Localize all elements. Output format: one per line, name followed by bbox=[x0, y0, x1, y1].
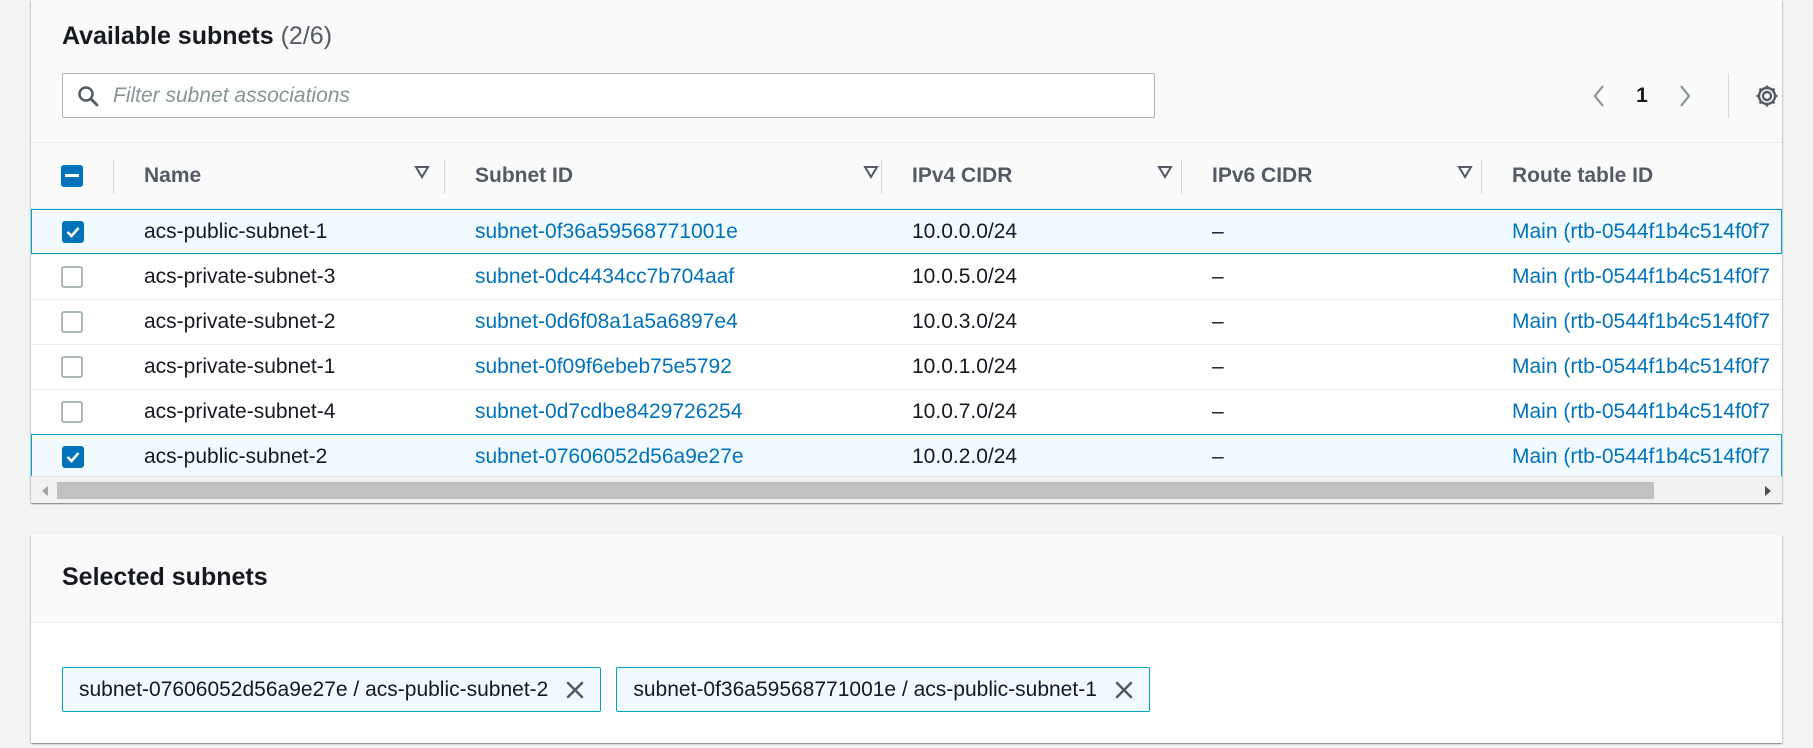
row-checkbox[interactable] bbox=[62, 221, 84, 243]
column-divider bbox=[113, 160, 114, 194]
cell-ipv6: – bbox=[1212, 265, 1224, 288]
select-all-checkbox[interactable] bbox=[61, 165, 83, 187]
column-header-name[interactable]: Name bbox=[144, 143, 444, 209]
column-header-route-table-id[interactable]: Route table ID bbox=[1512, 143, 1782, 209]
chevron-left-icon[interactable] bbox=[1579, 78, 1619, 114]
search-icon bbox=[63, 85, 113, 107]
scroll-left-arrow-icon[interactable] bbox=[37, 482, 53, 499]
filter-field[interactable] bbox=[62, 73, 1155, 118]
cell-ipv4: 10.0.0.0/24 bbox=[912, 219, 1018, 243]
cell-ipv6: – bbox=[1212, 400, 1224, 423]
column-header-name-label: Name bbox=[144, 164, 202, 187]
column-divider bbox=[444, 160, 445, 194]
cell-name: acs-private-subnet-1 bbox=[144, 355, 336, 378]
table-row[interactable]: acs-private-subnet-1 subnet-0f09f6ebeb75… bbox=[31, 344, 1782, 389]
cell-ipv4: 10.0.2.0/24 bbox=[912, 444, 1018, 468]
cell-ipv6: – bbox=[1212, 219, 1224, 243]
selected-token-group: subnet-07606052d56a9e27e / acs-public-su… bbox=[62, 667, 1150, 712]
cell-ipv4: 10.0.5.0/24 bbox=[912, 265, 1018, 288]
sort-caret-icon[interactable] bbox=[863, 165, 879, 179]
column-divider bbox=[1481, 160, 1482, 194]
column-header-route-table-label: Route table ID bbox=[1512, 164, 1654, 187]
chevron-right-icon[interactable] bbox=[1665, 78, 1705, 114]
scrollbar-thumb[interactable] bbox=[57, 482, 1654, 499]
cell-subnet-id-link[interactable]: subnet-07606052d56a9e27e bbox=[475, 435, 744, 476]
selected-subnets-header: Selected subnets bbox=[31, 535, 1782, 623]
cell-route-table-link[interactable]: Main (rtb-0544f1b4c514f0f7 bbox=[1512, 345, 1770, 389]
column-divider bbox=[881, 160, 882, 194]
column-header-ipv4-label: IPv4 CIDR bbox=[912, 164, 1013, 187]
row-checkbox[interactable] bbox=[62, 446, 84, 468]
available-subnets-title: Available subnets (2/6) bbox=[62, 22, 332, 51]
close-icon[interactable] bbox=[1111, 677, 1137, 703]
cell-name: acs-public-subnet-2 bbox=[144, 444, 328, 468]
table-row[interactable]: acs-private-subnet-3 subnet-0dc4434cc7b7… bbox=[31, 254, 1782, 299]
divider bbox=[1728, 73, 1729, 118]
available-subnets-panel: Available subnets (2/6) 1 bbox=[31, 0, 1782, 503]
available-subnets-header: Available subnets (2/6) 1 bbox=[31, 0, 1782, 143]
cell-route-table-link[interactable]: Main (rtb-0544f1b4c514f0f7 bbox=[1512, 210, 1770, 253]
cell-ipv6: – bbox=[1212, 355, 1224, 378]
cell-ipv4: 10.0.7.0/24 bbox=[912, 400, 1018, 423]
row-checkbox[interactable] bbox=[61, 356, 83, 378]
cell-ipv4: 10.0.3.0/24 bbox=[912, 310, 1018, 333]
row-checkbox[interactable] bbox=[61, 266, 83, 288]
selection-count: (2/6) bbox=[280, 22, 333, 50]
gear-icon[interactable] bbox=[1751, 80, 1783, 112]
column-header-subnet-id[interactable]: Subnet ID bbox=[475, 143, 880, 209]
cell-ipv4: 10.0.1.0/24 bbox=[912, 355, 1018, 378]
cell-ipv6: – bbox=[1212, 444, 1224, 468]
close-icon[interactable] bbox=[562, 677, 588, 703]
subnets-table: Name Subnet ID IPv4 CIDR IPv6 CIDR Route… bbox=[31, 143, 1782, 476]
scroll-right-arrow-icon[interactable] bbox=[1760, 482, 1776, 499]
token-label: subnet-07606052d56a9e27e / acs-public-su… bbox=[79, 677, 549, 701]
table-row[interactable]: acs-public-subnet-2 subnet-07606052d56a9… bbox=[31, 434, 1782, 476]
column-header-ipv6-cidr[interactable]: IPv6 CIDR bbox=[1212, 143, 1482, 209]
table-header: Name Subnet ID IPv4 CIDR IPv6 CIDR Route… bbox=[31, 143, 1782, 209]
cell-name: acs-private-subnet-4 bbox=[144, 400, 336, 423]
cell-route-table-link[interactable]: Main (rtb-0544f1b4c514f0f7 bbox=[1512, 300, 1770, 344]
cell-subnet-id-link[interactable]: subnet-0d6f08a1a5a6897e4 bbox=[475, 300, 738, 344]
cell-route-table-link[interactable]: Main (rtb-0544f1b4c514f0f7 bbox=[1512, 435, 1770, 476]
column-divider bbox=[1181, 160, 1182, 194]
table-row[interactable]: acs-private-subnet-4 subnet-0d7cdbe84297… bbox=[31, 389, 1782, 434]
column-header-ipv4-cidr[interactable]: IPv4 CIDR bbox=[912, 143, 1182, 209]
cell-name: acs-private-subnet-2 bbox=[144, 310, 336, 333]
row-checkbox[interactable] bbox=[61, 401, 83, 423]
sort-caret-icon[interactable] bbox=[1157, 165, 1173, 179]
cell-subnet-id-link[interactable]: subnet-0f36a59568771001e bbox=[475, 210, 738, 253]
pagination: 1 bbox=[1579, 78, 1705, 114]
row-checkbox[interactable] bbox=[61, 311, 83, 333]
page-number[interactable]: 1 bbox=[1619, 84, 1665, 108]
selected-subnet-token: subnet-0f36a59568771001e / acs-public-su… bbox=[616, 667, 1150, 712]
cell-name: acs-private-subnet-3 bbox=[144, 265, 336, 288]
table-row[interactable]: acs-private-subnet-2 subnet-0d6f08a1a5a6… bbox=[31, 299, 1782, 344]
selected-subnets-title: Selected subnets bbox=[62, 563, 268, 591]
sort-caret-icon[interactable] bbox=[1457, 165, 1473, 179]
cell-route-table-link[interactable]: Main (rtb-0544f1b4c514f0f7 bbox=[1512, 390, 1770, 434]
sort-caret-icon[interactable] bbox=[414, 165, 430, 179]
available-subnets-title-text: Available subnets bbox=[62, 22, 274, 50]
column-header-ipv6-label: IPv6 CIDR bbox=[1212, 164, 1313, 187]
selected-subnets-panel: Selected subnets subnet-07606052d56a9e27… bbox=[31, 535, 1782, 743]
selected-subnet-token: subnet-07606052d56a9e27e / acs-public-su… bbox=[62, 667, 602, 712]
filter-input[interactable] bbox=[113, 74, 1154, 117]
cell-route-table-link[interactable]: Main (rtb-0544f1b4c514f0f7 bbox=[1512, 255, 1770, 299]
cell-name: acs-public-subnet-1 bbox=[144, 219, 328, 243]
table-row[interactable]: acs-public-subnet-1 subnet-0f36a59568771… bbox=[31, 209, 1782, 254]
horizontal-scrollbar[interactable] bbox=[31, 476, 1782, 503]
column-header-subnet-id-label: Subnet ID bbox=[475, 164, 573, 187]
cell-subnet-id-link[interactable]: subnet-0d7cdbe8429726254 bbox=[475, 390, 742, 434]
cell-subnet-id-link[interactable]: subnet-0f09f6ebeb75e5792 bbox=[475, 345, 732, 389]
token-label: subnet-0f36a59568771001e / acs-public-su… bbox=[633, 677, 1097, 701]
cell-ipv6: – bbox=[1212, 310, 1224, 333]
cell-subnet-id-link[interactable]: subnet-0dc4434cc7b704aaf bbox=[475, 255, 734, 299]
